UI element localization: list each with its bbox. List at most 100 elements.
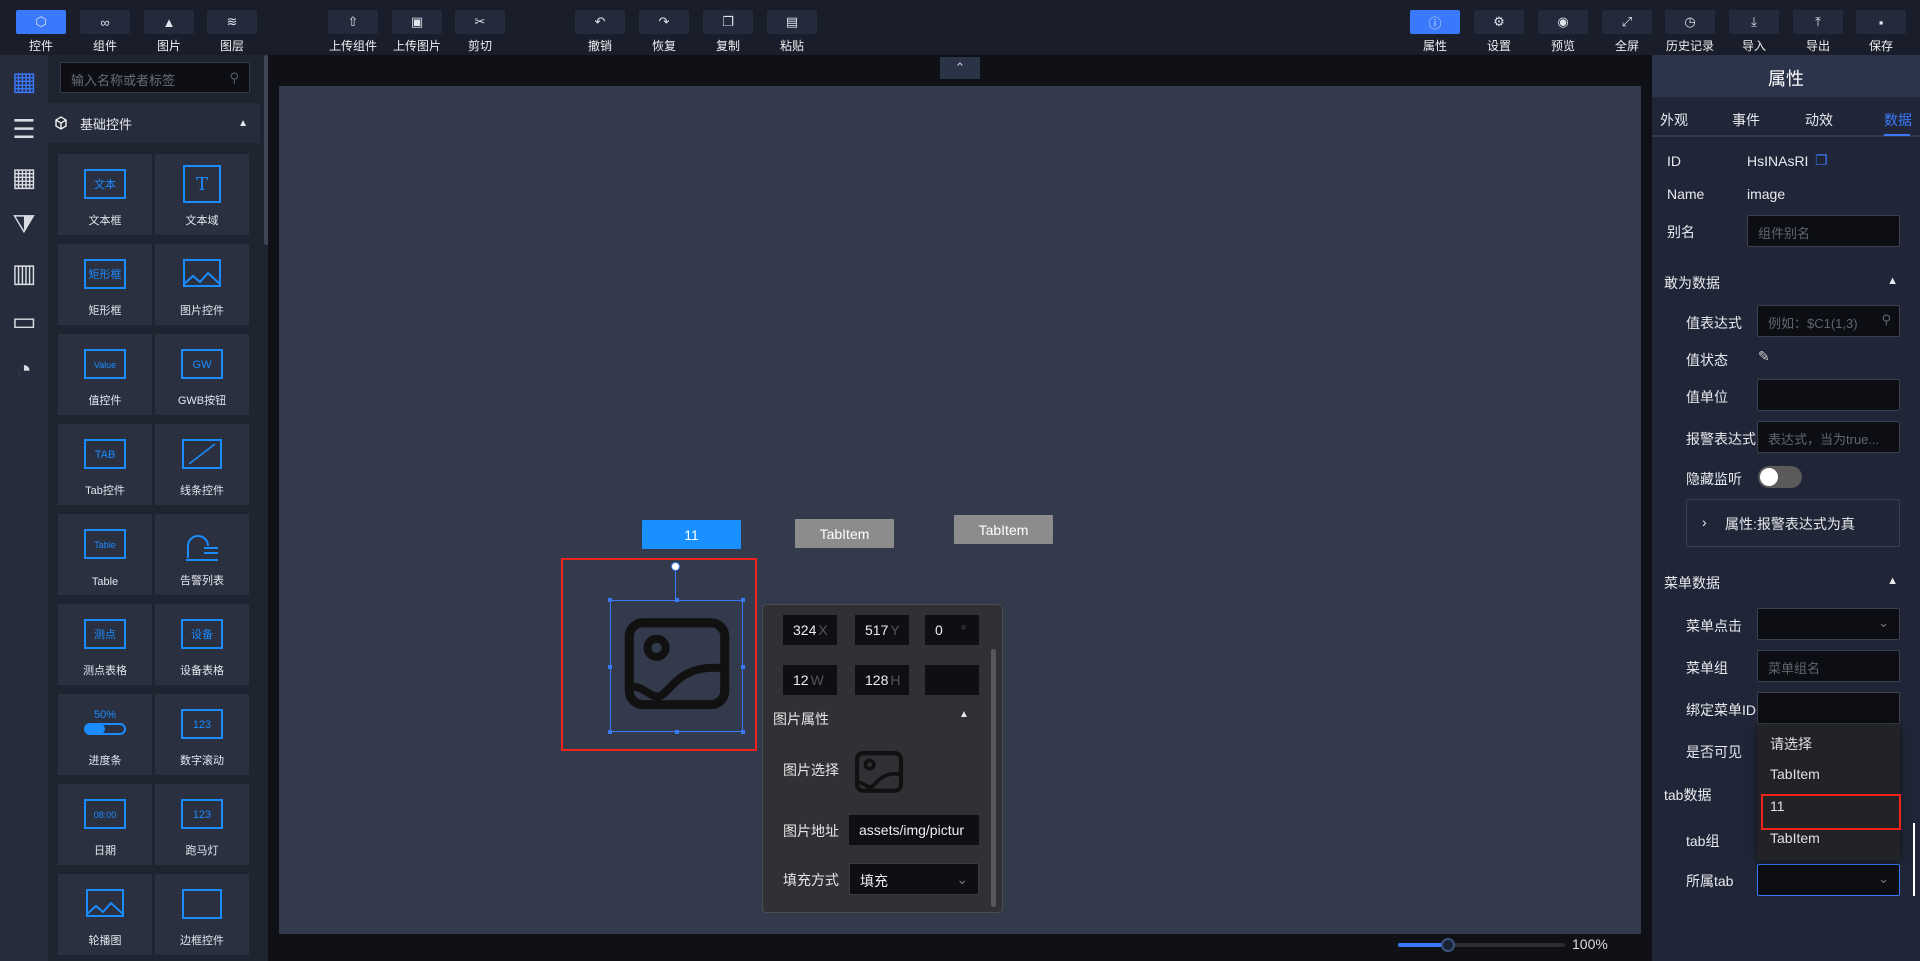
- chevron-up-icon[interactable]: ▲: [1887, 275, 1898, 287]
- widget-card[interactable]: 轮播图: [58, 874, 152, 955]
- y-input[interactable]: 517 Y: [855, 615, 909, 645]
- toolbar-button-cut[interactable]: ✂ 剪切: [455, 10, 505, 54]
- widget-card[interactable]: GW GWB按钮: [155, 334, 249, 415]
- dropdown-option[interactable]: TabItem: [1770, 830, 1820, 846]
- widget-card[interactable]: 文本 文本框: [58, 154, 152, 235]
- rotate-handle[interactable]: [671, 562, 680, 571]
- bind-menu-input[interactable]: [1757, 692, 1900, 724]
- toolbar-button-undo[interactable]: ↶ 撤销: [575, 10, 625, 54]
- fill-mode-select[interactable]: 填充 ⌄: [849, 863, 979, 895]
- resize-handle[interactable]: [741, 665, 745, 669]
- toolbar-button-cube[interactable]: ⬡ 控件: [16, 10, 66, 54]
- image-url-input[interactable]: assets/img/pictur: [849, 815, 979, 845]
- toolbar-button-preview[interactable]: ◉ 预览: [1538, 10, 1588, 54]
- design-canvas[interactable]: 11 TabItem TabItem 324 X 517 Y 0 ° 12 W 128 H 图…: [279, 86, 1641, 934]
- extra-input[interactable]: [925, 665, 979, 695]
- toolbar-button-fullscreen[interactable]: ⤢ 全屏: [1602, 10, 1652, 54]
- widget-card[interactable]: 08:00 日期: [58, 784, 152, 865]
- dropdown-option[interactable]: 请选择: [1770, 734, 1812, 754]
- resize-handle[interactable]: [741, 598, 745, 602]
- widget-card[interactable]: Table Table: [58, 514, 152, 595]
- toolbar-button-image[interactable]: ▲ 图片: [144, 10, 194, 54]
- toolbar-button-import[interactable]: ⤓ 导入: [1729, 10, 1779, 54]
- widget-card[interactable]: Value 值控件: [58, 334, 152, 415]
- toolbar-button-history[interactable]: ◷ 历史记录: [1665, 10, 1715, 54]
- toolbar-button-gear[interactable]: ⚙ 设置: [1474, 10, 1524, 54]
- grid-icon[interactable]: ▦: [8, 65, 40, 97]
- resize-handle[interactable]: [608, 665, 612, 669]
- toolbar-button-export[interactable]: ⤒ 导出: [1793, 10, 1843, 54]
- edit-icon[interactable]: ✎: [1758, 348, 1770, 365]
- widget-card[interactable]: 矩形框 矩形框: [58, 244, 152, 325]
- collapse-toolbar-button[interactable]: ⌃: [940, 57, 980, 79]
- video-icon[interactable]: ▭: [8, 305, 40, 337]
- widget-card[interactable]: 边框控件: [155, 874, 249, 955]
- toolbar-button-copy[interactable]: ❐ 复制: [703, 10, 753, 54]
- alarm-prop-collapse[interactable]: › 属性:报警表达式为真: [1686, 499, 1900, 547]
- chevron-up-icon[interactable]: ▲: [959, 709, 969, 720]
- toolbar-button-info[interactable]: ⓘ 属性: [1410, 10, 1460, 54]
- unit-input[interactable]: [1757, 379, 1900, 411]
- chevron-up-icon[interactable]: ▲: [238, 118, 248, 129]
- hide-listen-toggle[interactable]: [1758, 466, 1802, 488]
- property-tab[interactable]: 数据: [1884, 110, 1912, 130]
- widget-card[interactable]: 123 跑马灯: [155, 784, 249, 865]
- dropdown-option[interactable]: TabItem: [1770, 766, 1820, 782]
- property-tab[interactable]: 事件: [1732, 110, 1760, 130]
- resize-handle[interactable]: [608, 598, 612, 602]
- resize-handle[interactable]: [675, 730, 679, 734]
- widget-search-input[interactable]: 输入名称或者标签 ⚲: [60, 62, 250, 93]
- widget-card[interactable]: 线条控件: [155, 424, 249, 505]
- resize-handle[interactable]: [608, 730, 612, 734]
- widget-card[interactable]: 123 数字滚动: [155, 694, 249, 775]
- copy-icon[interactable]: ❐: [1815, 152, 1828, 169]
- toolbar-button-upload-component[interactable]: ⇧ 上传组件: [328, 10, 378, 54]
- toolbar-button-link[interactable]: ∞ 组件: [80, 10, 130, 54]
- widget-card[interactable]: 设备 设备表格: [155, 604, 249, 685]
- data-section-header[interactable]: 敢为数据: [1664, 273, 1720, 293]
- popup-scrollbar[interactable]: [991, 649, 996, 907]
- panel-scrollbar[interactable]: [1913, 823, 1915, 896]
- expr-input[interactable]: 例如：$C1(1,3) ⚲: [1757, 305, 1900, 337]
- menu-section-header[interactable]: 菜单数据: [1664, 573, 1720, 593]
- width-input[interactable]: 12 W: [783, 665, 837, 695]
- bar-chart-icon[interactable]: ▥: [8, 257, 40, 289]
- alias-input[interactable]: 组件别名: [1747, 215, 1900, 247]
- widget-card[interactable]: 图片控件: [155, 244, 249, 325]
- widget-card[interactable]: T 文本域: [155, 154, 249, 235]
- property-tab[interactable]: 外观: [1660, 110, 1688, 130]
- widget-card[interactable]: 测点 测点表格: [58, 604, 152, 685]
- toolbar-button-redo[interactable]: ↷ 恢复: [639, 10, 689, 54]
- category-header-basic[interactable]: 基础控件 ▲: [48, 103, 260, 143]
- canvas-tab-item[interactable]: TabItem: [795, 519, 894, 548]
- alarm-input[interactable]: 表达式，当为true...: [1757, 421, 1900, 453]
- pie-chart-icon[interactable]: ◔: [8, 353, 40, 385]
- zoom-slider-handle[interactable]: [1441, 938, 1456, 952]
- height-input[interactable]: 128 H: [855, 665, 909, 695]
- resize-handle[interactable]: [675, 598, 679, 602]
- widget-card[interactable]: 告警列表: [155, 514, 249, 595]
- chevron-up-icon[interactable]: ▲: [1887, 575, 1898, 587]
- canvas-tab-item[interactable]: 11: [642, 520, 741, 549]
- x-input[interactable]: 324 X: [783, 615, 837, 645]
- image-picker-icon[interactable]: [853, 750, 905, 796]
- owner-tab-select[interactable]: ⌄: [1757, 864, 1900, 896]
- canvas-tab-item[interactable]: TabItem: [954, 515, 1053, 544]
- image-widget[interactable]: [608, 598, 745, 734]
- toolbar-button-paste[interactable]: ▤ 粘贴: [767, 10, 817, 54]
- sliders-icon[interactable]: ☰: [8, 113, 40, 145]
- toolbar-button-save[interactable]: ▪ 保存: [1856, 10, 1906, 54]
- zoom-slider[interactable]: [1398, 938, 1565, 952]
- rotation-input[interactable]: 0 °: [925, 615, 979, 645]
- table-icon[interactable]: ▦: [8, 161, 40, 193]
- menu-click-select[interactable]: ⌄: [1757, 608, 1900, 640]
- widget-card[interactable]: 50% 进度条: [58, 694, 152, 775]
- menu-group-input[interactable]: 菜单组名: [1757, 650, 1900, 682]
- widget-card[interactable]: TAB Tab控件: [58, 424, 152, 505]
- toolbar-button-layers[interactable]: ≋ 图层: [207, 10, 257, 54]
- resize-handle[interactable]: [741, 730, 745, 734]
- expr-label: 值表达式: [1686, 315, 1742, 331]
- toolbar-button-upload-image[interactable]: ▣ 上传图片: [392, 10, 442, 54]
- property-tab[interactable]: 动效: [1805, 110, 1833, 130]
- filter-list-icon[interactable]: ⧩: [8, 209, 40, 241]
